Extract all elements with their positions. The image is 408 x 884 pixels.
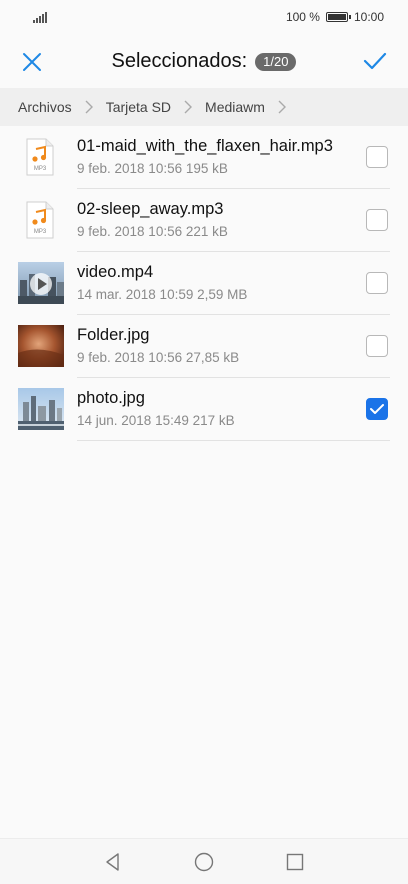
file-list: MP3 01-maid_with_the_flaxen_hair.mp3 9 f…: [0, 126, 408, 441]
status-bar: 100 % 10:00: [0, 0, 408, 34]
file-row[interactable]: Folder.jpg 9 feb. 2018 10:56 27,85 kB: [0, 315, 408, 378]
file-name: 02-sleep_away.mp3: [77, 200, 224, 218]
file-row[interactable]: MP3 02-sleep_away.mp3 9 feb. 2018 10:56 …: [0, 189, 408, 252]
battery-percent: 100 %: [285, 10, 320, 24]
file-row[interactable]: video.mp4 14 mar. 2018 10:59 2,59 MB: [0, 252, 408, 315]
recents-icon[interactable]: [285, 852, 305, 872]
breadcrumb: Archivos Tarjeta SD Mediawm: [0, 88, 408, 126]
confirm-check-icon[interactable]: [362, 48, 388, 74]
system-nav-bar: [0, 838, 408, 884]
breadcrumb-item-archivos[interactable]: Archivos: [18, 99, 72, 115]
mp3-file-icon: MP3: [26, 138, 54, 176]
select-checkbox[interactable]: [366, 272, 388, 294]
back-icon[interactable]: [103, 852, 123, 872]
file-meta: 9 feb. 2018 10:56 195 kB: [77, 161, 228, 176]
clock: 10:00: [353, 10, 384, 24]
video-thumbnail: [18, 262, 64, 304]
file-meta: 14 mar. 2018 10:59 2,59 MB: [77, 287, 248, 302]
file-row[interactable]: photo.jpg 14 jun. 2018 15:49 217 kB: [0, 378, 408, 441]
home-icon[interactable]: [194, 852, 214, 872]
mp3-file-icon: MP3: [26, 201, 54, 239]
breadcrumb-item-tarjeta-sd[interactable]: Tarjeta SD: [106, 99, 171, 115]
image-thumbnail: [18, 388, 64, 430]
mp3-label: MP3: [34, 166, 47, 172]
select-checkbox[interactable]: [366, 209, 388, 231]
divider: [77, 440, 390, 441]
battery-icon: [325, 12, 351, 22]
file-name: Folder.jpg: [77, 326, 150, 344]
status-right: 100 % 10:00: [286, 10, 384, 24]
file-name: photo.jpg: [77, 389, 145, 407]
select-checkbox[interactable]: [366, 146, 388, 168]
breadcrumb-item-mediawm[interactable]: Mediawm: [205, 99, 265, 115]
checkmark-icon: [370, 404, 384, 414]
file-row[interactable]: MP3 01-maid_with_the_flaxen_hair.mp3 9 f…: [0, 126, 408, 189]
file-name: 01-maid_with_the_flaxen_hair.mp3: [77, 137, 333, 155]
mp3-label: MP3: [34, 229, 47, 235]
selection-header: Seleccionados: 1/20: [0, 40, 408, 84]
selection-count-badge: 1/20: [255, 52, 297, 71]
file-meta: 14 jun. 2018 15:49 217 kB: [77, 413, 235, 428]
select-checkbox-checked[interactable]: [366, 398, 388, 420]
file-meta: 9 feb. 2018 10:56 27,85 kB: [77, 350, 240, 365]
chevron-right-icon: [278, 100, 286, 114]
file-meta: 9 feb. 2018 10:56 221 kB: [77, 224, 228, 239]
image-thumbnail: [18, 325, 64, 367]
select-checkbox[interactable]: [366, 335, 388, 357]
title-wrap: Seleccionados: 1/20: [0, 50, 408, 73]
signal-icon: [33, 12, 47, 23]
chevron-right-icon: [184, 100, 193, 114]
page-title: Seleccionados:: [111, 50, 248, 72]
chevron-right-icon: [85, 100, 93, 114]
file-name: video.mp4: [77, 263, 154, 281]
